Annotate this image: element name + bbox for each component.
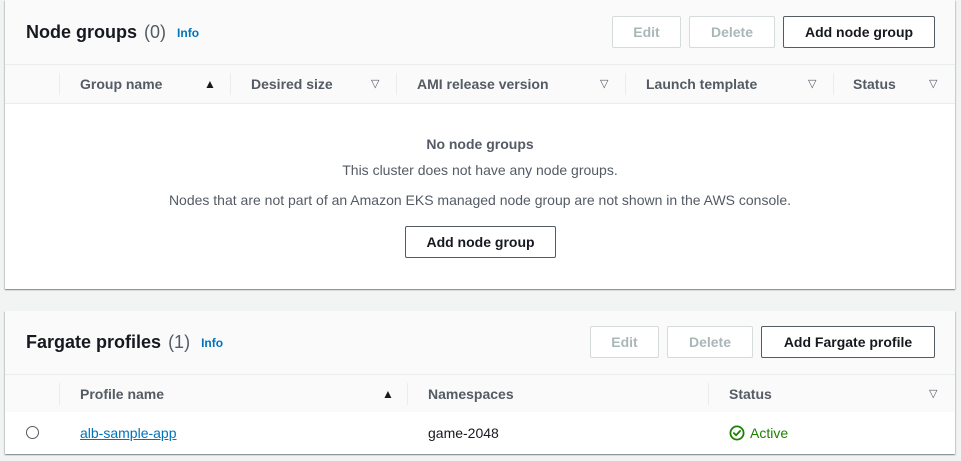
column-separator bbox=[833, 73, 834, 95]
profile-name-link[interactable]: alb-sample-app bbox=[80, 425, 177, 441]
column-separator bbox=[230, 73, 231, 95]
caret-down-icon[interactable]: ▽ bbox=[808, 65, 816, 103]
empty-state-note: Nodes that are not part of an Amazon EKS… bbox=[168, 192, 792, 208]
node-groups-empty-state: No node groups This cluster does not hav… bbox=[5, 134, 955, 210]
node-groups-delete-button[interactable]: Delete bbox=[689, 16, 775, 48]
node-groups-info-link[interactable]: Info bbox=[177, 26, 199, 40]
column-ami-release-version[interactable]: AMI release version bbox=[417, 65, 549, 103]
caret-down-icon[interactable]: ▽ bbox=[371, 65, 379, 103]
node-groups-count: (0) bbox=[144, 22, 167, 42]
column-namespaces[interactable]: Namespaces bbox=[428, 375, 514, 413]
column-separator bbox=[396, 73, 397, 95]
fargate-profiles-header: Fargate profiles (1) Info Edit Delete Ad… bbox=[5, 311, 955, 374]
empty-state-title: No node groups bbox=[426, 136, 534, 152]
column-status[interactable]: Status bbox=[729, 375, 772, 413]
add-fargate-profile-button[interactable]: Add Fargate profile bbox=[761, 326, 935, 358]
column-separator bbox=[625, 73, 626, 95]
empty-state-description: This cluster does not have any node grou… bbox=[342, 162, 618, 178]
check-circle-icon bbox=[729, 425, 745, 441]
add-node-group-button[interactable]: Add node group bbox=[783, 16, 935, 48]
fargate-profiles-title-wrap: Fargate profiles (1) Info bbox=[26, 331, 223, 354]
fargate-delete-button[interactable]: Delete bbox=[667, 326, 753, 358]
fargate-profiles-title: Fargate profiles bbox=[26, 332, 162, 352]
fargate-profiles-count: (1) bbox=[168, 332, 191, 352]
column-profile-name[interactable]: Profile name bbox=[80, 375, 164, 413]
node-groups-title-wrap: Node groups (0) Info bbox=[26, 21, 199, 44]
node-groups-panel: Node groups (0) Info Edit Delete Add nod… bbox=[5, 0, 955, 289]
fargate-column-header: Profile name ▲ Namespaces Status ▽ bbox=[5, 374, 955, 414]
caret-down-icon[interactable]: ▽ bbox=[929, 65, 937, 103]
profile-namespaces: game-2048 bbox=[428, 425, 499, 441]
triangle-up-icon[interactable]: ▲ bbox=[204, 65, 216, 103]
node-groups-edit-button[interactable]: Edit bbox=[612, 16, 681, 48]
node-groups-title: Node groups bbox=[26, 22, 137, 42]
empty-add-node-group-button[interactable]: Add node group bbox=[405, 226, 556, 258]
column-launch-template[interactable]: Launch template bbox=[646, 65, 757, 103]
column-separator bbox=[59, 383, 60, 405]
table-row[interactable]: alb-sample-app game-2048 Active bbox=[5, 412, 955, 454]
column-separator bbox=[407, 383, 408, 405]
profile-status: Active bbox=[729, 412, 788, 454]
triangle-up-icon[interactable]: ▲ bbox=[382, 375, 394, 413]
fargate-profiles-info-link[interactable]: Info bbox=[201, 336, 223, 350]
column-desired-size[interactable]: Desired size bbox=[251, 65, 333, 103]
column-status[interactable]: Status bbox=[853, 65, 896, 103]
status-text: Active bbox=[750, 425, 789, 441]
caret-down-icon[interactable]: ▽ bbox=[929, 375, 937, 413]
column-separator bbox=[59, 73, 60, 95]
node-groups-column-header: Group name ▲ Desired size ▽ AMI release … bbox=[5, 64, 955, 104]
fargate-edit-button[interactable]: Edit bbox=[590, 326, 659, 358]
caret-down-icon[interactable]: ▽ bbox=[600, 65, 608, 103]
fargate-profiles-panel: Fargate profiles (1) Info Edit Delete Ad… bbox=[5, 311, 955, 454]
radio-button-icon[interactable] bbox=[26, 426, 39, 439]
column-separator bbox=[708, 383, 709, 405]
column-group-name[interactable]: Group name bbox=[80, 65, 162, 103]
node-groups-header: Node groups (0) Info Edit Delete Add nod… bbox=[5, 0, 955, 64]
